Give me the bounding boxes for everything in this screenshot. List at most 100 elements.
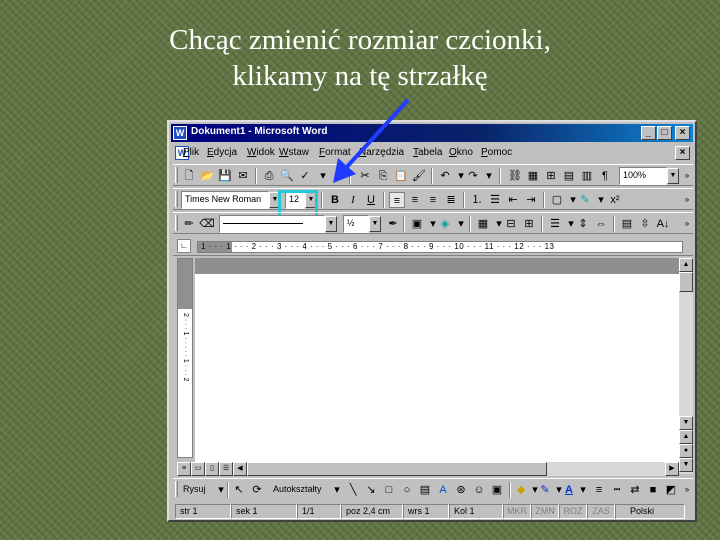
- line-style-combo[interactable]: [219, 215, 325, 233]
- text-direction-icon[interactable]: ⇳: [637, 216, 653, 232]
- borders-icon[interactable]: ▢: [549, 192, 565, 208]
- scroll-up-icon[interactable]: ▲: [679, 258, 693, 272]
- copy-icon[interactable]: ⎘: [375, 168, 391, 184]
- toolbar-options-icon[interactable]: »: [679, 482, 695, 498]
- font-color-dropdown-icon[interactable]: ▾: [575, 482, 591, 498]
- menu-help[interactable]: Pomoc: [481, 147, 512, 158]
- spelling-icon[interactable]: ✓: [297, 168, 313, 184]
- close-document-button[interactable]: ×: [675, 146, 690, 160]
- shading-color-icon[interactable]: ◈: [437, 216, 453, 232]
- toolbar-grip[interactable]: [175, 215, 178, 231]
- show-hide-icon[interactable]: ¶: [597, 168, 613, 184]
- line-weight-dropdown-arrow[interactable]: ▼: [369, 216, 381, 232]
- menu-tools[interactable]: Narzędzia: [359, 147, 404, 158]
- align-left-icon[interactable]: ≡: [389, 192, 405, 208]
- menu-format[interactable]: Format: [319, 147, 351, 158]
- vertical-scrollbar[interactable]: ▲ ▼ ▲ ● ▼: [679, 258, 693, 474]
- underline-button[interactable]: U: [363, 192, 379, 208]
- horizontal-scroll-thumb[interactable]: [247, 462, 547, 476]
- highlight-color-icon[interactable]: ✎: [577, 192, 593, 208]
- rectangle-icon[interactable]: □: [381, 482, 397, 498]
- numbering-icon[interactable]: ⒈: [469, 192, 485, 208]
- zoom-dropdown-arrow[interactable]: ▼: [667, 168, 679, 184]
- arrow-icon[interactable]: ↘: [363, 482, 379, 498]
- vertical-ruler[interactable]: 2 · · · 1 · · · · · 1 · · · 2: [177, 258, 193, 458]
- scroll-left-icon[interactable]: ◀: [233, 462, 247, 476]
- sort-ascending-icon[interactable]: A↓: [655, 216, 671, 232]
- split-cells-icon[interactable]: ⊞: [521, 216, 537, 232]
- horizontal-scrollbar[interactable]: ≡ ▭ ▯ ☰ ◀ ▶: [177, 462, 679, 476]
- line-style-icon[interactable]: ≡: [591, 482, 607, 498]
- insert-table-icon[interactable]: ▦: [475, 216, 491, 232]
- redo-icon[interactable]: ↷: [465, 168, 481, 184]
- scroll-right-icon[interactable]: ▶: [665, 462, 679, 476]
- research-icon[interactable]: ▾: [315, 168, 331, 184]
- undo-icon[interactable]: ↶: [437, 168, 453, 184]
- menu-edit[interactable]: Edycja: [207, 147, 237, 158]
- merge-cells-icon[interactable]: ⊟: [503, 216, 519, 232]
- normal-view-icon[interactable]: ≡: [177, 462, 191, 476]
- align-top-icon[interactable]: ☰: [547, 216, 563, 232]
- toolbar-grip[interactable]: [175, 191, 178, 207]
- menu-view[interactable]: Widok: [247, 147, 275, 158]
- distribute-columns-icon[interactable]: ⇔: [593, 216, 609, 232]
- toolbar-grip[interactable]: [175, 167, 178, 183]
- superscript-button[interactable]: x²: [607, 192, 623, 208]
- outside-border-icon[interactable]: ▣: [409, 216, 425, 232]
- menu-insert[interactable]: Wstaw: [279, 147, 309, 158]
- draw-table-icon[interactable]: ✏: [181, 216, 197, 232]
- distribute-rows-icon[interactable]: ⇕: [575, 216, 591, 232]
- insert-picture-icon[interactable]: ▣: [489, 482, 505, 498]
- autoshapes-dropdown-icon[interactable]: ▾: [329, 482, 345, 498]
- print-preview-icon[interactable]: 🔍: [279, 168, 295, 184]
- increase-indent-icon[interactable]: ⇥: [523, 192, 539, 208]
- font-name-combo[interactable]: Times New Roman: [181, 191, 269, 209]
- web-layout-view-icon[interactable]: ▭: [191, 462, 205, 476]
- shadow-style-icon[interactable]: ■: [645, 482, 661, 498]
- arrow-style-icon[interactable]: ⇄: [627, 482, 643, 498]
- word-app-icon[interactable]: W: [173, 126, 187, 140]
- italic-button[interactable]: I: [345, 192, 361, 208]
- autoshapes-menu-button[interactable]: Autokształty: [273, 484, 322, 494]
- scroll-down-icon[interactable]: ▼: [679, 416, 693, 430]
- print-layout-view-icon[interactable]: ▯: [205, 462, 219, 476]
- decrease-indent-icon[interactable]: ⇤: [505, 192, 521, 208]
- menu-window[interactable]: Okno: [449, 147, 473, 158]
- cut-icon[interactable]: ✂: [357, 168, 373, 184]
- zoom-combo[interactable]: 100%: [619, 167, 667, 185]
- border-color-icon[interactable]: ✒: [385, 216, 401, 232]
- draw-menu-button[interactable]: Rysuj: [183, 484, 206, 494]
- select-objects-icon[interactable]: ↖: [231, 482, 247, 498]
- select-browse-object-icon[interactable]: ●: [679, 444, 693, 458]
- new-document-icon[interactable]: 🗋: [181, 168, 197, 184]
- window-titlebar[interactable]: W Dokument1 - Microsoft Word _ □ ×: [171, 124, 693, 142]
- email-icon[interactable]: ✉: [235, 168, 251, 184]
- line-icon[interactable]: ╲: [345, 482, 361, 498]
- print-icon[interactable]: ⎙: [261, 168, 277, 184]
- diagram-icon[interactable]: ⊛: [453, 482, 469, 498]
- line-weight-combo[interactable]: ½: [343, 215, 369, 233]
- align-center-icon[interactable]: ≡: [407, 192, 423, 208]
- free-rotate-icon[interactable]: ⟳: [249, 482, 265, 498]
- clip-art-icon[interactable]: ☺: [471, 482, 487, 498]
- tab-selector-icon[interactable]: ∟: [177, 239, 191, 253]
- insert-table-icon[interactable]: ⊞: [543, 168, 559, 184]
- toolbar-options-icon[interactable]: »: [679, 168, 695, 184]
- align-right-icon[interactable]: ≡: [425, 192, 441, 208]
- previous-page-icon[interactable]: ▲: [679, 430, 693, 444]
- table-autoformat-icon[interactable]: ▤: [619, 216, 635, 232]
- 3d-style-icon[interactable]: ◩: [663, 482, 679, 498]
- outline-view-icon[interactable]: ☰: [219, 462, 233, 476]
- tables-borders-icon[interactable]: ▦: [525, 168, 541, 184]
- eraser-icon[interactable]: ⌫: [199, 216, 215, 232]
- save-icon[interactable]: 💾: [217, 168, 233, 184]
- toolbar-grip[interactable]: [175, 481, 178, 497]
- status-language[interactable]: Polski: [615, 504, 685, 519]
- maximize-button[interactable]: □: [657, 126, 672, 140]
- toolbar-options-icon[interactable]: »: [679, 216, 695, 232]
- bullets-icon[interactable]: ☰: [487, 192, 503, 208]
- scroll-thumb[interactable]: [679, 272, 693, 292]
- paste-icon[interactable]: 📋: [393, 168, 409, 184]
- ruler-strip[interactable]: 1 · · · 1 · · · 2 · · · 3 · · · 4 · · · …: [197, 241, 683, 253]
- bold-button[interactable]: B: [327, 192, 343, 208]
